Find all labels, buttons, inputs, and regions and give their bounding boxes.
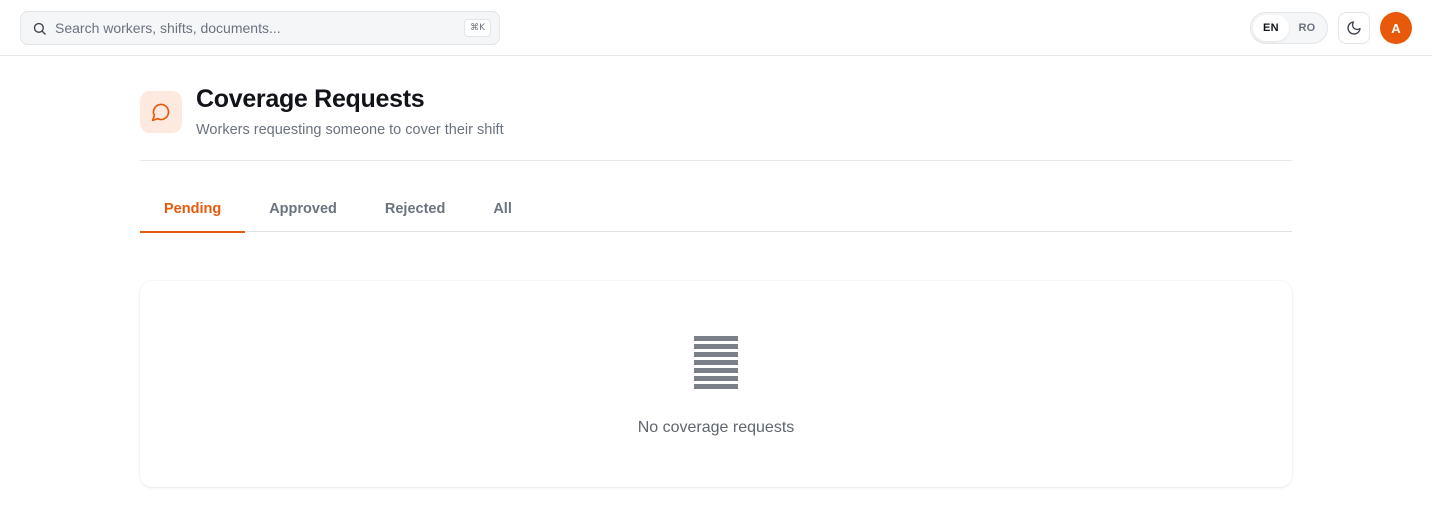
tab-all[interactable]: All <box>469 186 536 232</box>
language-option-ro[interactable]: RO <box>1289 15 1325 41</box>
page-subtitle: Workers requesting someone to cover thei… <box>196 122 504 138</box>
tab-pending[interactable]: Pending <box>140 186 246 233</box>
search-shortcut-badge: ⌘K <box>464 19 491 37</box>
user-avatar[interactable]: A <box>1380 12 1412 44</box>
status-tabs: Pending Approved Rejected All <box>140 186 1292 233</box>
top-bar: ⌘K EN RO A <box>0 0 1432 56</box>
language-option-en[interactable]: EN <box>1253 15 1289 41</box>
empty-state-message: No coverage requests <box>637 419 795 436</box>
page-title: Coverage Requests <box>196 85 425 113</box>
language-switcher: EN RO <box>1250 12 1328 44</box>
header-divider <box>140 160 1292 161</box>
moon-icon <box>1346 20 1362 36</box>
search-icon <box>31 20 47 36</box>
search-box[interactable]: ⌘K <box>20 11 500 45</box>
empty-state-card: No coverage requests <box>140 281 1292 487</box>
search-input[interactable] <box>55 20 465 36</box>
tab-rejected[interactable]: Rejected <box>361 186 469 232</box>
theme-toggle-button[interactable] <box>1338 12 1370 44</box>
list-lines-icon <box>694 336 738 394</box>
tab-approved[interactable]: Approved <box>245 186 361 232</box>
page-header-icon-tile <box>140 91 182 133</box>
message-circle-icon <box>151 102 171 122</box>
